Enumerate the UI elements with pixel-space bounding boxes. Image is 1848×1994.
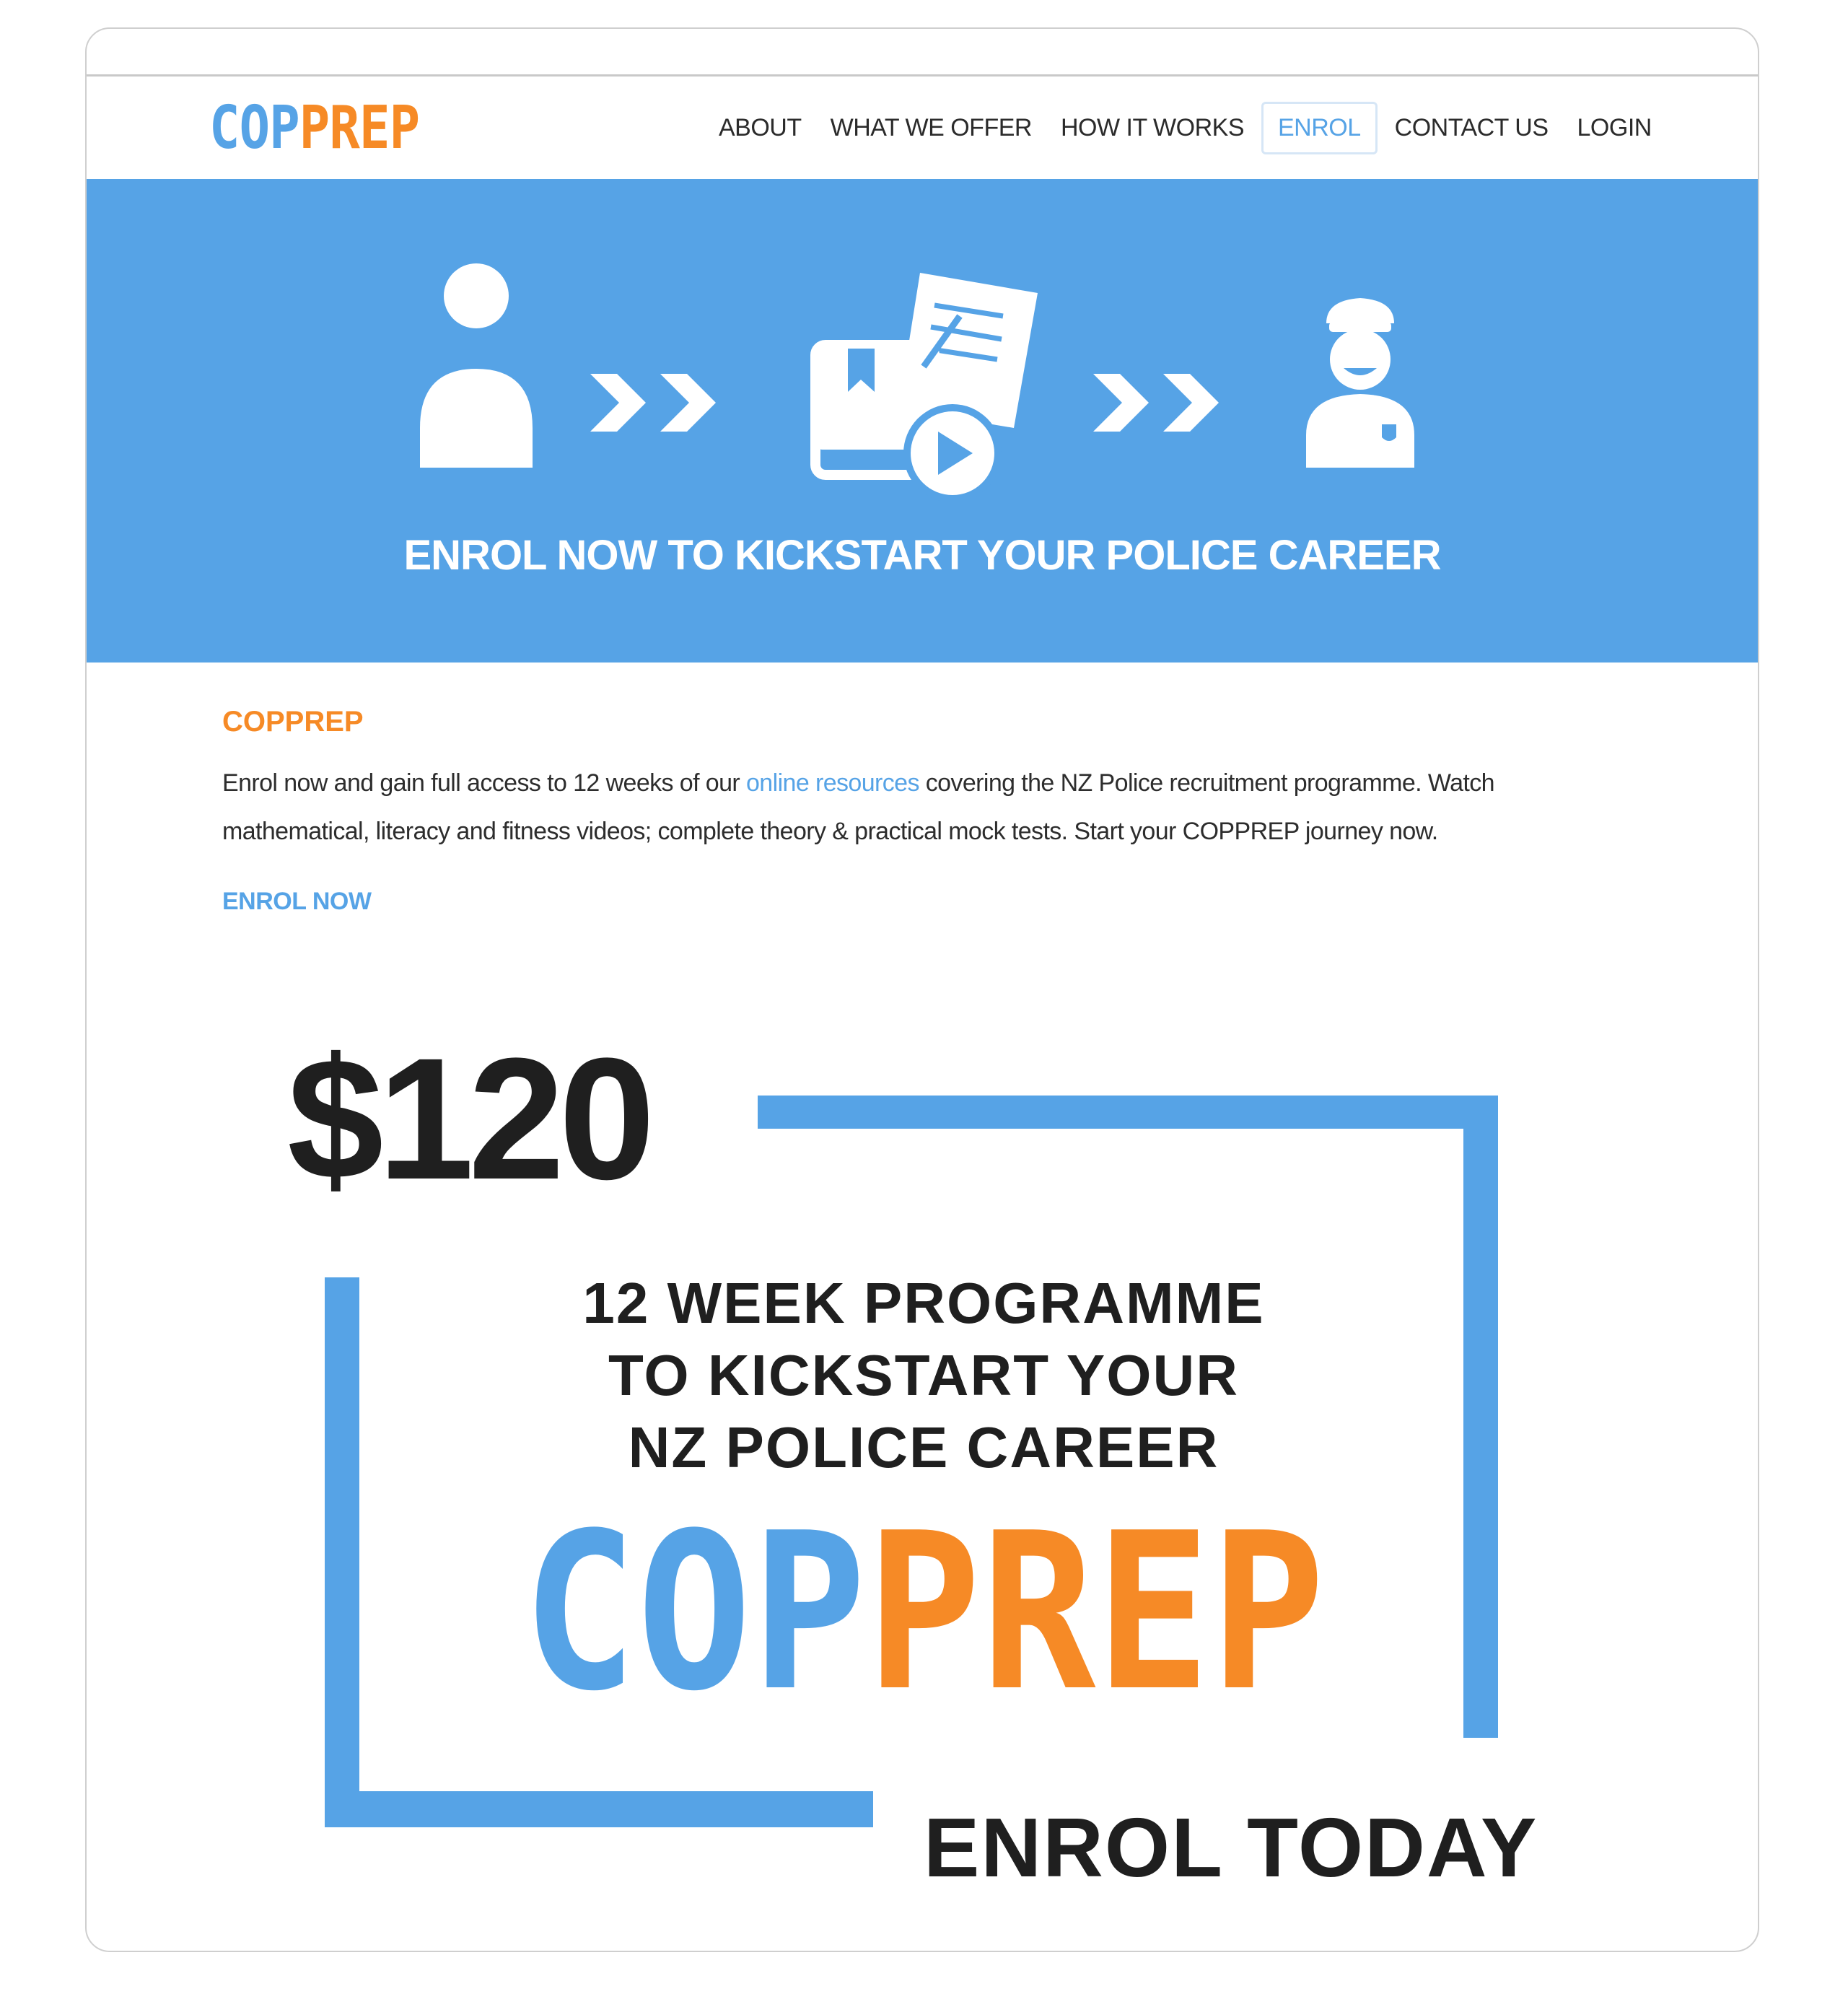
frame-bar-top bbox=[758, 1096, 1498, 1129]
police-officer-icon bbox=[1306, 298, 1414, 468]
study-materials-icon bbox=[810, 273, 1038, 502]
section-title: COPPREP bbox=[222, 706, 364, 738]
promo-line-2: TO KICKSTART YOUR bbox=[608, 1343, 1240, 1407]
logo-part-prep: PREP bbox=[299, 94, 420, 162]
site-logo[interactable]: COPPREP bbox=[209, 92, 420, 165]
enrol-today-cta: ENROL TODAY bbox=[924, 1801, 1538, 1894]
hero-title: ENROL NOW TO KICKSTART YOUR POLICE CAREE… bbox=[403, 532, 1441, 579]
nav-contact-us[interactable]: CONTACT US bbox=[1380, 104, 1563, 152]
promo-logo: COPPREP bbox=[187, 1497, 1660, 1728]
main-content: COPPREP Enrol now and gain full access t… bbox=[222, 700, 1629, 916]
nav-about[interactable]: ABOUT bbox=[704, 104, 816, 152]
nav-how-it-works[interactable]: HOW IT WORKS bbox=[1046, 104, 1258, 152]
promo-graphic[interactable]: $120 12 WEEK PROGRAMME TO KICKSTART YOUR… bbox=[87, 1022, 1758, 1894]
promo-logo-prep: PREP bbox=[866, 1487, 1326, 1739]
site-header: COPPREP ABOUT WHAT WE OFFER HOW IT WORKS… bbox=[87, 76, 1758, 179]
nav-enrol[interactable]: ENROL bbox=[1261, 101, 1378, 154]
paragraph-text-start: Enrol now and gain full access to 12 wee… bbox=[222, 769, 746, 797]
hero-banner: ENROL NOW TO KICKSTART YOUR POLICE CAREE… bbox=[87, 179, 1758, 663]
nav-what-we-offer[interactable]: WHAT WE OFFER bbox=[816, 104, 1046, 152]
logo-part-cop: COP bbox=[209, 94, 300, 162]
intro-paragraph: Enrol now and gain full access to 12 wee… bbox=[222, 759, 1629, 856]
promo-line-1: 12 WEEK PROGRAMME bbox=[582, 1271, 1265, 1335]
online-resources-link[interactable]: online resources bbox=[746, 769, 919, 797]
nav-login[interactable]: LOGIN bbox=[1563, 104, 1666, 152]
hero-icons bbox=[420, 263, 1414, 502]
user-icon bbox=[420, 263, 533, 468]
top-strip bbox=[87, 29, 1758, 76]
promo-logo-cop: COP bbox=[522, 1487, 867, 1739]
double-chevron-icon-2 bbox=[1093, 374, 1219, 432]
enrol-now-link[interactable]: ENROL NOW bbox=[222, 888, 372, 916]
frame-bar-bottom bbox=[325, 1791, 873, 1827]
double-chevron-icon bbox=[590, 374, 716, 432]
price-label: $120 bbox=[287, 1022, 655, 1215]
promo-line-3: NZ POLICE CAREER bbox=[628, 1415, 1219, 1479]
browser-frame: COPPREP ABOUT WHAT WE OFFER HOW IT WORKS… bbox=[85, 27, 1759, 1952]
main-nav: ABOUT WHAT WE OFFER HOW IT WORKS ENROL C… bbox=[704, 76, 1666, 179]
